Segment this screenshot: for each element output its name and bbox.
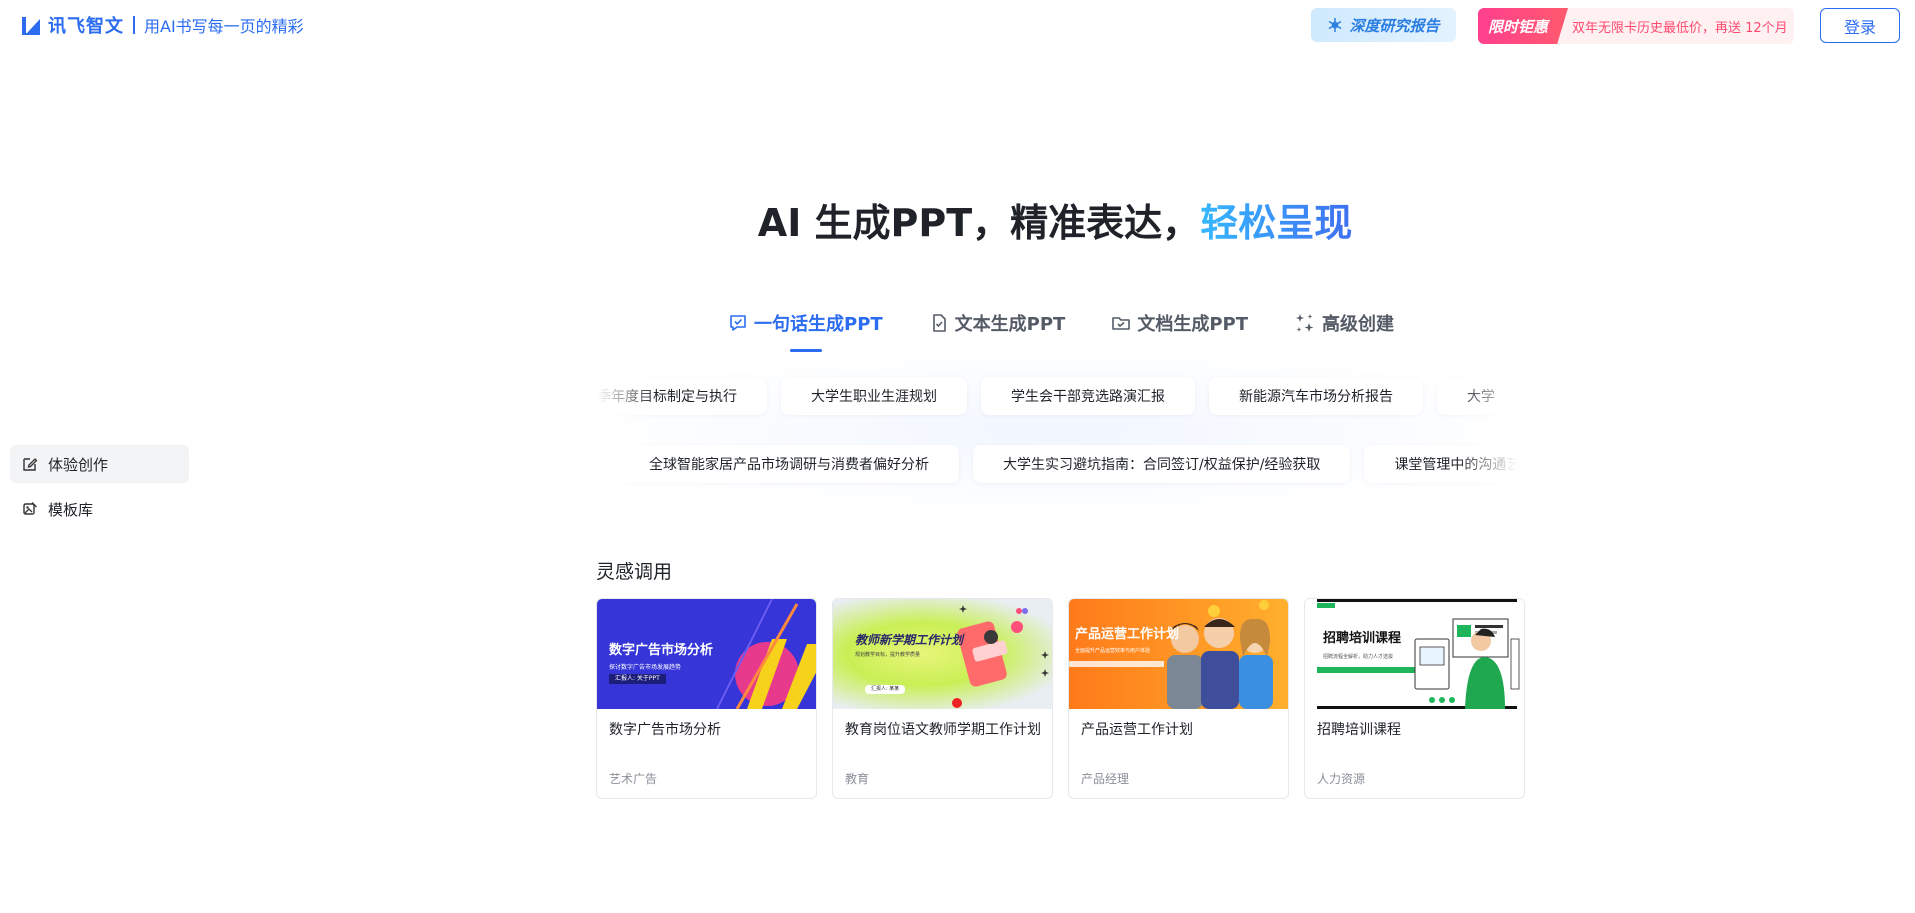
thumbnail-subtitle: 探讨数字广告市场发展趋势 xyxy=(609,664,682,671)
folder-check-icon xyxy=(1112,317,1131,330)
suggestion-row-2: 全球智能家居产品市场调研与消费者偏好分析 大学生实习避坑指南：合同签订/权益保护… xyxy=(619,445,1517,483)
suggestion-chip[interactable]: 大学生职业生涯规划 xyxy=(781,377,967,415)
suggestion-chip[interactable]: 课堂管理中的沟通艺 xyxy=(1364,445,1517,483)
brand-logo[interactable]: 讯飞智文 用AI书写每一页的精彩 xyxy=(20,12,304,38)
thumbnail-subtitle: 规划教学目标，提升教学质量 xyxy=(855,652,921,658)
logo-name: 讯飞智文 xyxy=(48,16,124,37)
card-category: 教育 xyxy=(845,772,870,786)
generation-tabs: 一句话生成PPT 文本生成PPT 文档生成PPT 高级创建 xyxy=(728,306,1440,356)
prompt-suggestions: 季年度目标制定与执行 大学生职业生涯规划 学生会干部竞选路演汇报 新能源汽车市场… xyxy=(597,352,1517,512)
template-card[interactable]: 招聘培训课程 招聘流程全解析，助力人才选拔 招聘培训课程 人力资源 xyxy=(1304,598,1525,799)
thumbnail-button: 汇报人: 关于PPT xyxy=(609,674,666,684)
suggestion-chip[interactable]: 季年度目标制定与执行 xyxy=(597,377,767,415)
thumbnail-title: 产品运营工作计划 xyxy=(1075,627,1180,642)
template-card[interactable]: 产品运营工作计划 全面提升产品运营效率与用户体验 产品运营工作计划 产品经理 xyxy=(1068,598,1289,799)
logo-book-icon xyxy=(22,17,40,35)
sidebar-item-label: 模板库 xyxy=(48,500,94,519)
deep-research-report-button[interactable]: 深度研究报告 xyxy=(1311,8,1456,42)
page-title: AI 生成PPT，精准表达，轻松呈现 xyxy=(0,192,1915,247)
logo-slogan: 用AI书写每一页的精彩 xyxy=(144,17,304,36)
suggestion-chip[interactable]: 全球智能家居产品市场调研与消费者偏好分析 xyxy=(619,445,959,483)
tab-one-sentence[interactable]: 一句话生成PPT xyxy=(728,306,883,340)
card-name: 产品运营工作计划 xyxy=(1081,722,1193,738)
login-button[interactable]: 登录 xyxy=(1820,8,1900,43)
template-card[interactable]: 数字广告市场分析 探讨数字广告市场发展趋势 汇报人: 关于PPT 数字广告市场分… xyxy=(596,598,817,799)
tab-label: 高级创建 xyxy=(1322,314,1395,335)
suggestion-chip[interactable]: 学生会干部竞选路演汇报 xyxy=(981,377,1195,415)
card-name: 数字广告市场分析 xyxy=(609,722,721,738)
card-category: 人力资源 xyxy=(1317,772,1366,786)
top-header: 讯飞智文 用AI书写每一页的精彩 深度研究报告 限时钜惠 双年无限卡历史最低价，… xyxy=(0,0,1915,50)
card-category: 产品经理 xyxy=(1081,772,1130,786)
thumbnail-title: 数字广告市场分析 xyxy=(609,643,714,658)
title-accent: 轻松呈现 xyxy=(1200,201,1353,245)
template-card[interactable]: 教师新学期工作计划 规划教学目标，提升教学质量 汇报人: 某某 教育岗位语文教师… xyxy=(832,598,1053,799)
snowflake-icon xyxy=(1329,18,1342,32)
promo-tag: 限时钜惠 xyxy=(1478,8,1568,44)
chat-check-icon xyxy=(730,315,746,331)
thumbnail-decoration xyxy=(1069,600,1273,709)
promo-text: 双年无限卡历史最低价，再送 12个月 xyxy=(1572,20,1788,36)
edit-icon xyxy=(23,458,38,471)
card-name: 教育岗位语文教师学期工作计划 xyxy=(845,722,1041,738)
thumbnail-title: 招聘培训课程 xyxy=(1323,631,1402,646)
tab-document[interactable]: 文档生成PPT xyxy=(1111,306,1248,340)
sparkle-icon xyxy=(1296,314,1314,332)
tab-label: 文档生成PPT xyxy=(1137,314,1249,335)
tab-advanced[interactable]: 高级创建 xyxy=(1294,306,1394,340)
deep-research-label: 深度研究报告 xyxy=(1349,16,1440,35)
sidebar-item-label: 体验创作 xyxy=(48,455,109,474)
thumbnail-button: 汇报人: 某某 xyxy=(865,685,906,694)
card-name: 招聘培训课程 xyxy=(1317,722,1401,738)
card-category: 艺术广告 xyxy=(609,772,658,786)
inspiration-title: 灵感调用 xyxy=(596,561,673,583)
thumbnail-subtitle: 招聘流程全解析，助力人才选拔 xyxy=(1323,654,1394,660)
promo-banner[interactable]: 限时钜惠 双年无限卡历史最低价，再送 12个月 xyxy=(1478,8,1794,44)
tab-label: 文本生成PPT xyxy=(954,314,1066,335)
sidebar-item-create[interactable]: 体验创作 xyxy=(10,445,189,483)
card-thumbnail: 产品运营工作计划 全面提升产品运营效率与用户体验 xyxy=(1069,599,1288,709)
thumbnail-title: 教师新学期工作计划 xyxy=(855,633,964,647)
card-thumbnail: 招聘培训课程 招聘流程全解析，助力人才选拔 xyxy=(1305,599,1524,709)
card-thumbnail: 数字广告市场分析 探讨数字广告市场发展趋势 汇报人: 关于PPT xyxy=(597,599,816,709)
suggestion-row-1: 季年度目标制定与执行 大学生职业生涯规划 学生会干部竞选路演汇报 新能源汽车市场… xyxy=(597,377,1517,415)
thumbnail-subtitle: 全面提升产品运营效率与用户体验 xyxy=(1075,648,1151,654)
card-thumbnail: 教师新学期工作计划 规划教学目标，提升教学质量 汇报人: 某某 xyxy=(833,599,1052,709)
suggestion-chip[interactable]: 新能源汽车市场分析报告 xyxy=(1209,377,1423,415)
tab-label: 一句话生成PPT xyxy=(754,314,883,335)
suggestion-chip[interactable]: 大学 xyxy=(1437,377,1517,415)
suggestion-chip[interactable]: 大学生实习避坑指南：合同签订/权益保护/经验获取 xyxy=(973,445,1351,483)
sidebar-item-templates[interactable]: 模板库 xyxy=(10,490,189,528)
tab-text[interactable]: 文本生成PPT xyxy=(929,306,1066,340)
template-icon xyxy=(23,502,37,515)
title-main: AI 生成PPT，精准表达， xyxy=(757,201,1201,245)
logo-divider xyxy=(133,16,135,34)
doc-check-icon xyxy=(932,314,946,332)
